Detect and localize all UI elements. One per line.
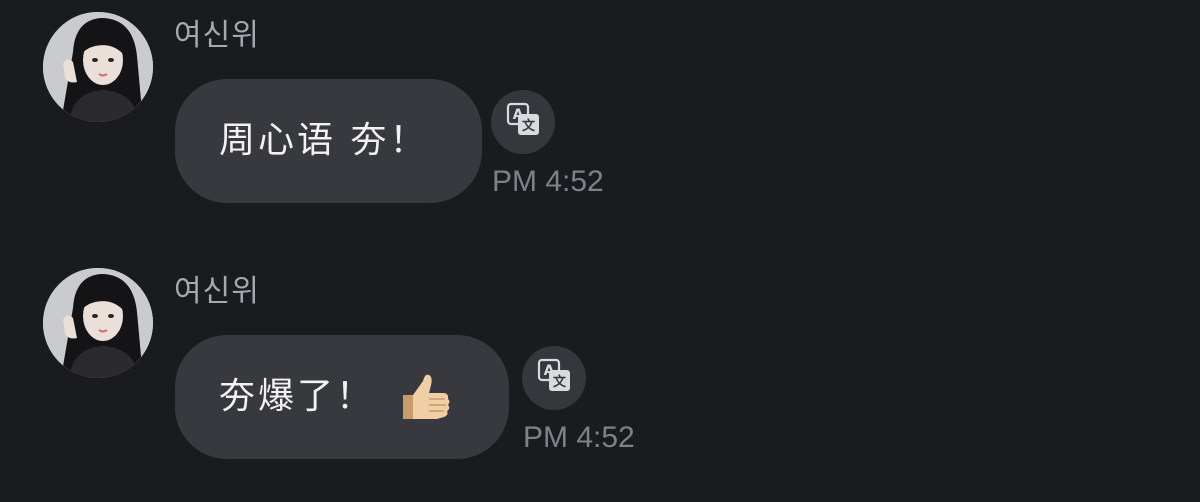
sender-name: 여신위 <box>174 274 260 309</box>
translate-button[interactable]: A 文 <box>491 90 555 154</box>
message-timestamp: PM 4:52 <box>492 165 604 198</box>
message-timestamp: PM 4:52 <box>523 421 635 454</box>
translate-button[interactable]: A 文 <box>522 346 586 410</box>
chat-message: 여신위 周心语 夯！ A 文 PM 4:52 <box>0 12 1200 212</box>
translate-icon: A 文 <box>534 356 574 400</box>
message-bubble[interactable]: 夯爆了！ <box>175 335 509 459</box>
thumbs-up-emoji <box>397 369 453 425</box>
sender-name: 여신위 <box>174 18 260 53</box>
message-text: 周心语 夯！ <box>219 120 429 161</box>
message-text: 夯爆了！ <box>219 376 376 417</box>
svg-text:文: 文 <box>553 374 567 390</box>
chat-message: 여신위 夯爆了！ A 文 PM 4:52 <box>0 268 1200 468</box>
translate-icon: A 文 <box>503 100 543 144</box>
avatar[interactable] <box>43 268 153 378</box>
message-bubble[interactable]: 周心语 夯！ <box>175 79 482 203</box>
svg-text:文: 文 <box>522 118 536 134</box>
avatar[interactable] <box>43 12 153 122</box>
